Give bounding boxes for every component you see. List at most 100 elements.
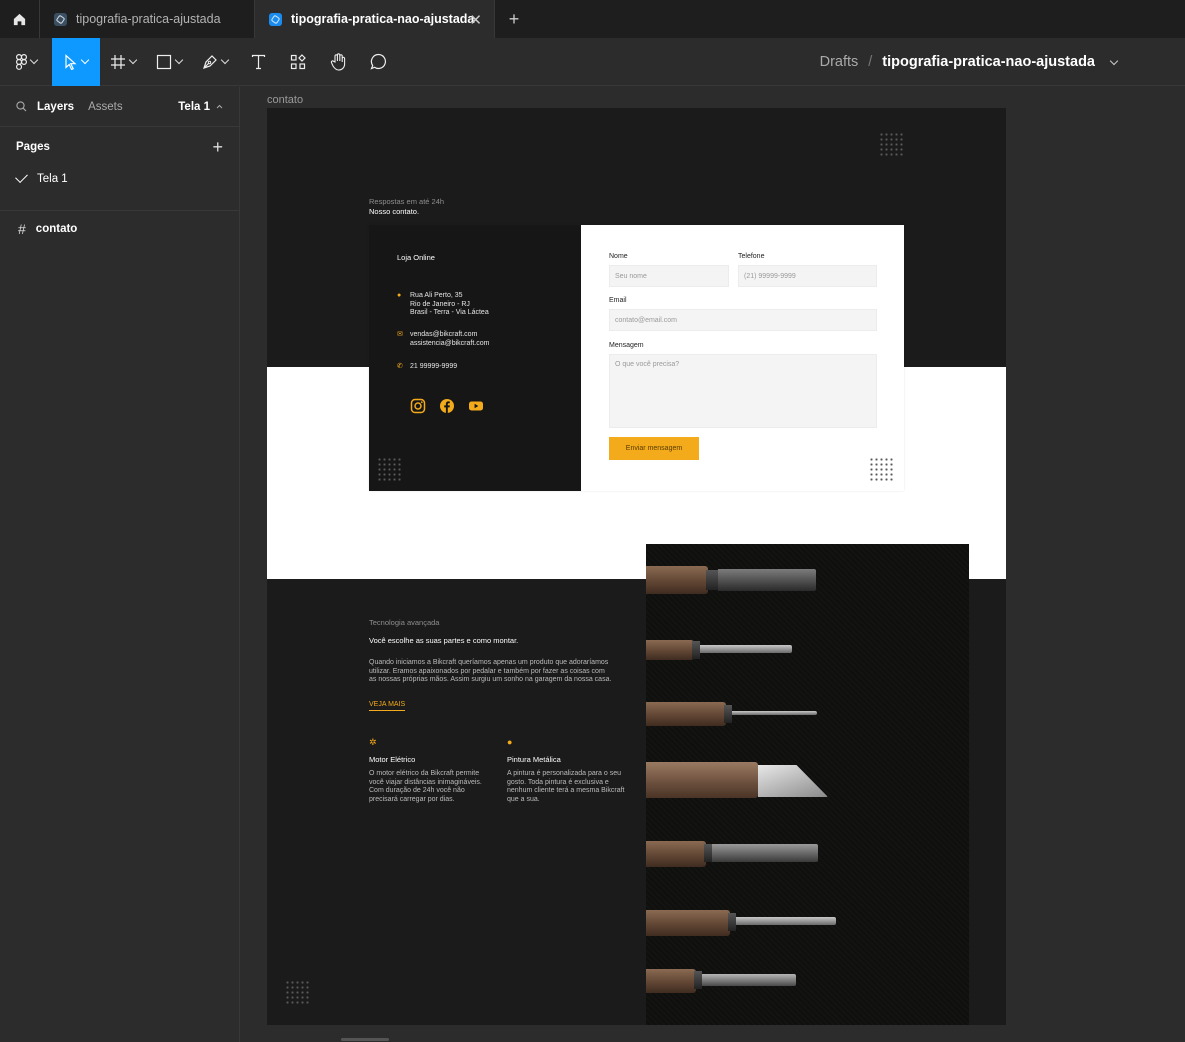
contact-card: Loja Online ● Rua Ali Perto, 35 Rio de J…: [369, 225, 904, 491]
name-label: Nome: [609, 253, 628, 260]
page-selector-label: Tela 1: [178, 100, 210, 113]
location-pin-icon: ●: [397, 292, 402, 299]
address-block: ● Rua Ali Perto, 35 Rio de Janeiro - RJ …: [397, 292, 489, 318]
message-label: Mensagem: [609, 342, 644, 349]
tech-kicker: Tecnologia avançada: [369, 618, 440, 627]
tab-tipografia-pratica-ajustada[interactable]: tipografia-pratica-ajustada: [40, 0, 255, 38]
pages-section: Pages + Tela 1: [0, 127, 239, 211]
feature-description: O motor elétrico da Bikcraft permite voc…: [369, 770, 482, 803]
search-icon[interactable]: [16, 101, 27, 112]
breadcrumb: Drafts / tipografia-pratica-nao-ajustada: [820, 38, 1119, 86]
phone-number: 21 99999-9999: [410, 363, 458, 370]
breadcrumb-file-name[interactable]: tipografia-pratica-nao-ajustada: [882, 54, 1095, 70]
store-title: Loja Online: [397, 253, 435, 262]
figma-file-icon: [54, 12, 67, 26]
tab-assets[interactable]: Assets: [88, 101, 123, 113]
email-label: Email: [609, 297, 627, 304]
chevron-down-icon: [128, 55, 138, 65]
chevron-down-icon[interactable]: [1109, 56, 1119, 65]
resources-tool[interactable]: [278, 38, 318, 86]
comment-tool[interactable]: [358, 38, 398, 86]
pen-tool[interactable]: [192, 38, 238, 86]
page-item-label: Tela 1: [37, 173, 68, 185]
contact-form: Nome Seu nome Telefone (21) 99999-9999 E…: [609, 225, 879, 491]
palette-icon: ●: [507, 737, 513, 747]
text-tool[interactable]: [238, 38, 278, 86]
pages-header: Pages +: [16, 127, 223, 167]
send-message-button[interactable]: Enviar mensagem: [609, 437, 699, 460]
email-line: vendas@bikcraft.com: [410, 331, 478, 338]
add-page-icon[interactable]: +: [212, 137, 223, 158]
chisel-tools-photo: [646, 544, 969, 1025]
text-icon: [251, 54, 265, 69]
page-item-tela-1[interactable]: Tela 1: [15, 167, 223, 191]
email-block: ✉ vendas@bikcraft.com assistencia@bikcra…: [397, 331, 489, 348]
dot-pattern: [285, 980, 311, 1006]
pages-title: Pages: [16, 141, 50, 153]
address-line: Rua Ali Perto, 35: [410, 292, 463, 299]
frame-icon: #: [18, 221, 26, 237]
frame-icon: [111, 54, 125, 69]
main-menu-button[interactable]: [0, 38, 52, 86]
phone-icon: ✆: [397, 363, 403, 370]
dot-pattern: [377, 457, 403, 483]
canvas[interactable]: contato Respostas em até 24h Nosso conta…: [241, 87, 1185, 1042]
chevron-down-icon: [174, 55, 184, 65]
contact-heading: Nosso contato.: [369, 207, 420, 216]
dot-pattern: [869, 457, 895, 483]
tab-label: tipografia-pratica-nao-ajustada: [291, 12, 475, 26]
plus-icon: +: [508, 8, 520, 29]
chevron-down-icon: [220, 55, 230, 65]
pen-icon: [203, 54, 217, 69]
feature-motor: ✲ Motor Elétrico O motor elétrico da Bik…: [369, 737, 494, 804]
phone-label: Telefone: [738, 253, 765, 260]
tab-layers[interactable]: Layers: [37, 101, 74, 113]
check-icon: [15, 169, 28, 183]
social-links: [410, 398, 484, 414]
phone-field[interactable]: (21) 99999-9999: [738, 265, 877, 287]
tab-tipografia-pratica-nao-ajustada[interactable]: tipografia-pratica-nao-ajustada ✕: [255, 0, 495, 38]
bike-icon: ✲: [369, 737, 377, 747]
message-field[interactable]: O que você precisa?: [609, 354, 877, 428]
tech-title: Você escolhe as suas partes e como monta…: [369, 636, 519, 645]
mail-icon: ✉: [397, 331, 403, 338]
email-field[interactable]: contato@email.com: [609, 309, 877, 331]
layer-item-contato[interactable]: # contato: [0, 211, 239, 247]
chevron-down-icon: [29, 55, 38, 65]
panel-tabs: Layers Assets Tela 1: [0, 87, 239, 127]
frame-tool[interactable]: [100, 38, 146, 86]
left-panel: Layers Assets Tela 1 Pages + Tela 1 # co…: [0, 87, 240, 1042]
horizontal-scrollbar[interactable]: [341, 1038, 389, 1041]
address-line: Rio de Janeiro - RJ: [410, 300, 470, 308]
dot-pattern: [879, 132, 905, 158]
frame-contato[interactable]: Respostas em até 24h Nosso contato. Loja…: [267, 108, 1006, 1025]
shape-tool[interactable]: [146, 38, 192, 86]
address-line: Brasil - Terra - Via Láctea: [410, 309, 489, 316]
chevron-down-icon: [80, 55, 90, 65]
name-field[interactable]: Seu nome: [609, 265, 729, 287]
email-line: assistencia@bikcraft.com: [410, 339, 490, 347]
rectangle-icon: [156, 54, 172, 69]
breadcrumb-drafts[interactable]: Drafts: [820, 54, 859, 70]
tab-bar: tipografia-pratica-ajustada tipografia-p…: [0, 0, 1185, 38]
home-button[interactable]: [0, 0, 40, 38]
veja-mais-link[interactable]: VEJA MAIS: [369, 701, 406, 711]
feature-title: Motor Elétrico: [369, 755, 416, 764]
figma-logo-icon: [15, 53, 27, 70]
hand-tool[interactable]: [318, 38, 358, 86]
tab-label: tipografia-pratica-ajustada: [76, 12, 221, 26]
feature-title: Pintura Metálica: [507, 755, 561, 764]
new-tab-button[interactable]: +: [495, 0, 533, 38]
page-selector[interactable]: Tela 1: [178, 101, 223, 113]
phone-block: ✆ 21 99999-9999: [397, 363, 457, 372]
feature-pintura: ● Pintura Metálica A pintura é personali…: [507, 737, 632, 804]
move-tool[interactable]: [52, 37, 100, 86]
frame-label[interactable]: contato: [267, 94, 303, 106]
close-icon[interactable]: ✕: [469, 11, 482, 29]
contact-kicker: Respostas em até 24h: [369, 197, 445, 206]
cursor-icon: [65, 53, 77, 70]
breadcrumb-separator: /: [868, 54, 873, 70]
comment-icon: [369, 53, 386, 70]
chevron-up-icon: [216, 104, 223, 109]
facebook-icon: [440, 399, 454, 413]
